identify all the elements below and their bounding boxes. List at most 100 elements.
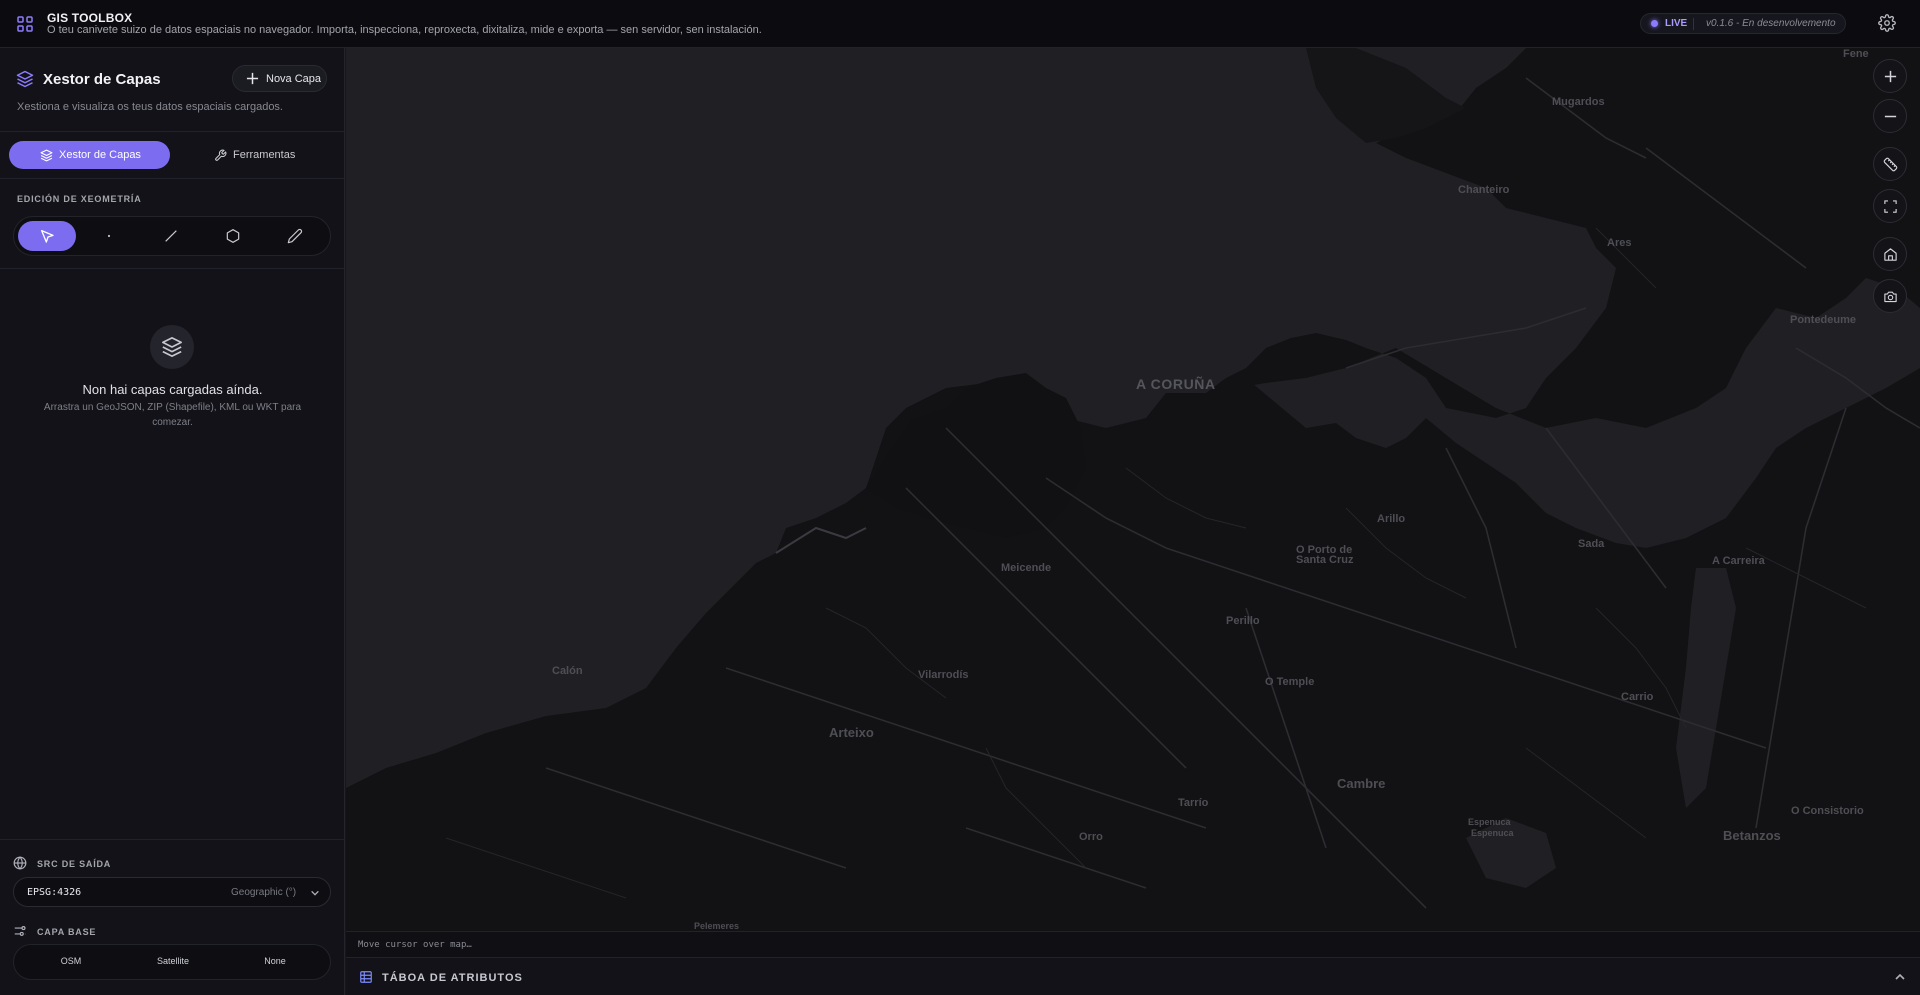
divider	[0, 268, 345, 269]
grid-icon	[17, 16, 33, 32]
panel-title: Xestor de Capas	[43, 71, 161, 88]
attribute-table-toggle[interactable]: TÁBOA DE ATRIBUTOS	[346, 957, 1920, 995]
layers-icon	[40, 149, 53, 162]
line-icon	[165, 230, 177, 242]
place-label: Chanteiro	[1458, 184, 1510, 196]
place-label: Betanzos	[1723, 828, 1781, 843]
sidebar: Xestor de Capas Xestiona e visualiza os …	[0, 48, 345, 995]
select-tool-button[interactable]	[18, 221, 76, 251]
src-section-label: SRC DE SAÍDA	[37, 859, 112, 869]
coordinate-readout: Move cursor over map…	[346, 931, 1920, 957]
polygon-tool-button[interactable]	[204, 221, 262, 251]
crs-select[interactable]: EPSG:4326 Geographic (°)	[13, 877, 331, 907]
place-label: A Carreira	[1712, 555, 1765, 567]
place-label: Fene	[1843, 48, 1869, 60]
tab-label: Xestor de Capas	[59, 149, 141, 161]
zoom-out-button[interactable]	[1873, 99, 1907, 133]
place-label: Sada	[1578, 538, 1605, 550]
divider	[0, 839, 345, 840]
basemap-section-label: CAPA BASE	[37, 927, 97, 937]
place-label: Tarrío	[1178, 797, 1209, 809]
attribute-table-label: TÁBOA DE ATRIBUTOS	[382, 972, 523, 984]
globe-icon	[13, 856, 27, 870]
place-label: Ares	[1607, 237, 1632, 249]
tab-label: Ferramentas	[233, 149, 296, 161]
empty-state-hint: Arrastra un GeoJSON, ZIP (Shapefile), KM…	[43, 402, 302, 428]
crs-description: Geographic (°)	[231, 887, 297, 898]
screenshot-button[interactable]	[1873, 279, 1907, 313]
home-button[interactable]	[1873, 237, 1907, 271]
place-label: Arteixo	[829, 725, 874, 740]
panel-subtitle: Xestiona e visualiza os teus datos espac…	[17, 101, 283, 113]
chevron-up-icon	[1895, 973, 1905, 980]
version-label: v0.1.6 - En desenvolvemento	[1706, 18, 1836, 29]
place-label: Orro	[1079, 831, 1103, 843]
divider	[0, 178, 345, 179]
geometry-toolbar	[13, 216, 331, 256]
place-label: Perillo	[1226, 615, 1260, 627]
camera-icon	[1884, 291, 1897, 303]
minus-icon	[1884, 115, 1897, 118]
new-layer-label: Nova Capa	[266, 73, 322, 85]
divider	[0, 131, 345, 132]
place-label: Vilarrodís	[918, 669, 969, 681]
line-tool-button[interactable]	[142, 221, 200, 251]
tab-layer-manager[interactable]: Xestor de Capas	[9, 141, 170, 169]
top-header: GIS TOOLBOX O teu canivete suizo de dato…	[0, 0, 1920, 48]
geometry-section-label: EDICIÓN DE XEOMETRÍA	[17, 194, 142, 204]
crs-code: EPSG:4326	[27, 887, 82, 898]
layers-icon	[162, 337, 182, 357]
new-layer-button[interactable]: Nova Capa	[232, 65, 327, 92]
tab-tools[interactable]: Ferramentas	[185, 141, 325, 169]
table-icon	[360, 971, 372, 983]
empty-state-icon	[150, 325, 194, 369]
empty-state-title: Non hai capas cargadas aínda.	[82, 382, 263, 397]
place-label: Mugardos	[1552, 96, 1605, 108]
zoom-in-button[interactable]	[1873, 59, 1907, 93]
cursor-arrow-icon	[41, 230, 54, 243]
coordinate-text: Move cursor over map…	[358, 940, 472, 950]
map-terrain	[346, 48, 1920, 931]
place-label: Pelemeres	[694, 921, 740, 931]
place-label: O Temple	[1265, 676, 1315, 688]
basemap-option-osm[interactable]: OSM	[31, 956, 111, 966]
map-canvas[interactable]: A CORUÑA Mugardos Chanteiro Ares Pontede…	[346, 48, 1920, 931]
basemap-toggle-icon	[14, 926, 26, 936]
place-label: Carrio	[1621, 691, 1654, 703]
measure-button[interactable]	[1873, 147, 1907, 181]
plus-icon	[1884, 70, 1897, 83]
place-label: Cambre	[1337, 776, 1386, 791]
place-label: Espenuca	[1468, 817, 1511, 827]
ruler-icon	[1883, 157, 1898, 172]
place-label: A CORUÑA	[1136, 376, 1216, 392]
hexagon-icon	[226, 229, 240, 243]
chevron-down-icon	[311, 890, 319, 896]
gear-icon[interactable]	[1878, 14, 1896, 32]
live-label: LIVE	[1665, 18, 1688, 29]
home-icon	[1884, 248, 1897, 261]
fullscreen-icon	[1884, 200, 1897, 213]
point-icon	[107, 234, 111, 238]
plus-icon	[246, 72, 259, 85]
app-title: GIS TOOLBOX	[47, 11, 133, 25]
freehand-tool-button[interactable]	[266, 221, 324, 251]
wrench-icon	[215, 149, 227, 161]
place-label: O Consistorio	[1791, 805, 1864, 817]
basemap-selector: OSM Satellite None	[13, 944, 331, 980]
place-label: Santa Cruz	[1296, 554, 1354, 566]
place-label: Pontedeume	[1790, 314, 1857, 326]
point-tool-button[interactable]	[80, 221, 138, 251]
status-divider	[1693, 18, 1694, 30]
live-indicator-dot	[1651, 20, 1658, 27]
app-subtitle: O teu canivete suizo de datos espaciais …	[47, 24, 762, 36]
place-label: Calón	[552, 665, 583, 677]
place-label: Espenuca	[1471, 828, 1514, 838]
layers-icon	[16, 70, 34, 88]
basemap-option-satellite[interactable]: Satellite	[133, 956, 213, 966]
pencil-icon	[287, 228, 303, 244]
basemap-option-none[interactable]: None	[235, 956, 315, 966]
place-label: Arillo	[1377, 513, 1406, 525]
status-badge: LIVE v0.1.6 - En desenvolvemento	[1640, 13, 1846, 34]
place-label: Meicende	[1001, 562, 1052, 574]
fullscreen-button[interactable]	[1873, 189, 1907, 223]
